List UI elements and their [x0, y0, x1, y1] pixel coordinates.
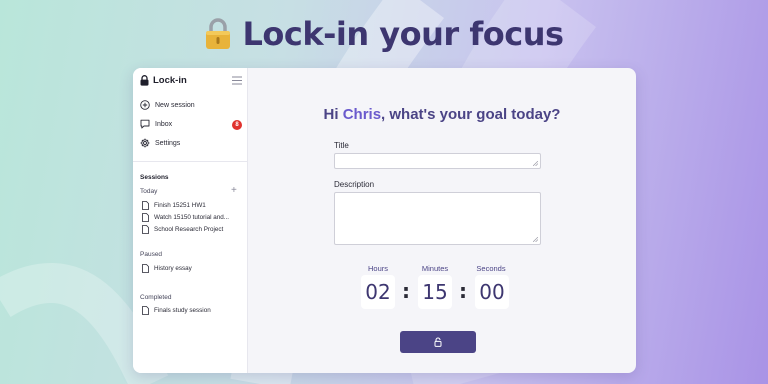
inbox-count-badge: 8 — [232, 120, 242, 130]
session-item[interactable]: Watch 15150 tutorial and... — [142, 213, 229, 222]
main-panel: Hi Chris, what's your goal today? Title … — [248, 68, 636, 373]
minutes-input[interactable]: 15 — [418, 275, 452, 309]
nav-label: New session — [155, 101, 195, 109]
start-session-button[interactable] — [400, 331, 476, 353]
seconds-input[interactable]: 00 — [475, 275, 509, 309]
title-label: Title — [334, 141, 349, 150]
message-icon — [140, 119, 150, 129]
hero-title: Lock-in your focus — [242, 15, 564, 53]
resize-grip-icon[interactable] — [533, 237, 538, 242]
document-icon — [142, 201, 149, 210]
hero-header: Lock-in your focus — [0, 12, 768, 56]
nav-settings[interactable]: Settings — [140, 138, 180, 148]
brand: Lock-in — [140, 75, 187, 86]
resize-grip-icon[interactable] — [533, 161, 538, 166]
document-icon — [142, 306, 149, 315]
lock-icon — [434, 337, 442, 347]
nav-label: Inbox — [155, 120, 173, 128]
add-session-button[interactable]: + — [231, 186, 237, 196]
nav-inbox[interactable]: Inbox — [140, 119, 172, 129]
session-label: History essay — [154, 265, 192, 272]
document-icon — [142, 264, 149, 273]
group-title-today: Today — [140, 188, 158, 195]
app-name: Lock-in — [153, 75, 187, 86]
lock-icon — [140, 75, 149, 86]
description-input[interactable] — [334, 192, 541, 245]
seconds-label: Seconds — [476, 264, 506, 273]
session-item[interactable]: School Research Project — [142, 225, 223, 234]
minutes-label: Minutes — [421, 264, 449, 273]
session-item[interactable]: Finals study session — [142, 306, 211, 315]
app-window: Lock-in New session Inbox 8 Settings Ses… — [133, 68, 636, 373]
group-title-paused: Paused — [140, 251, 163, 258]
session-label: Finish 15251 HW1 — [154, 202, 206, 209]
time-separator: : — [402, 279, 410, 303]
session-label: Finals study session — [154, 307, 211, 314]
title-input[interactable] — [334, 153, 541, 169]
lock-icon — [206, 18, 231, 49]
group-title-completed: Completed — [140, 294, 172, 301]
session-item[interactable]: Finish 15251 HW1 — [142, 201, 206, 210]
greeting: Hi Chris, what's your goal today? — [248, 106, 636, 123]
session-item[interactable]: History essay — [142, 264, 192, 273]
menu-icon[interactable] — [232, 76, 242, 85]
greeting-prefix: Hi — [323, 106, 343, 123]
time-separator: : — [459, 279, 467, 303]
sessions-heading: Sessions — [140, 174, 169, 181]
document-icon — [142, 213, 149, 222]
session-label: School Research Project — [154, 226, 224, 233]
user-name: Chris — [342, 106, 382, 123]
greeting-suffix: , what's your goal today? — [381, 106, 561, 123]
session-label: Watch 15150 tutorial and... — [154, 214, 230, 221]
sidebar: Lock-in New session Inbox 8 Settings Ses… — [133, 68, 248, 373]
description-label: Description — [334, 180, 375, 189]
hours-label: Hours — [367, 264, 388, 273]
gear-icon — [140, 138, 150, 148]
nav-new-session[interactable]: New session — [140, 100, 195, 110]
document-icon — [142, 225, 149, 234]
nav-label: Settings — [155, 139, 181, 147]
hours-input[interactable]: 02 — [361, 275, 395, 309]
sidebar-divider — [133, 161, 248, 162]
plus-circle-icon — [140, 100, 150, 110]
